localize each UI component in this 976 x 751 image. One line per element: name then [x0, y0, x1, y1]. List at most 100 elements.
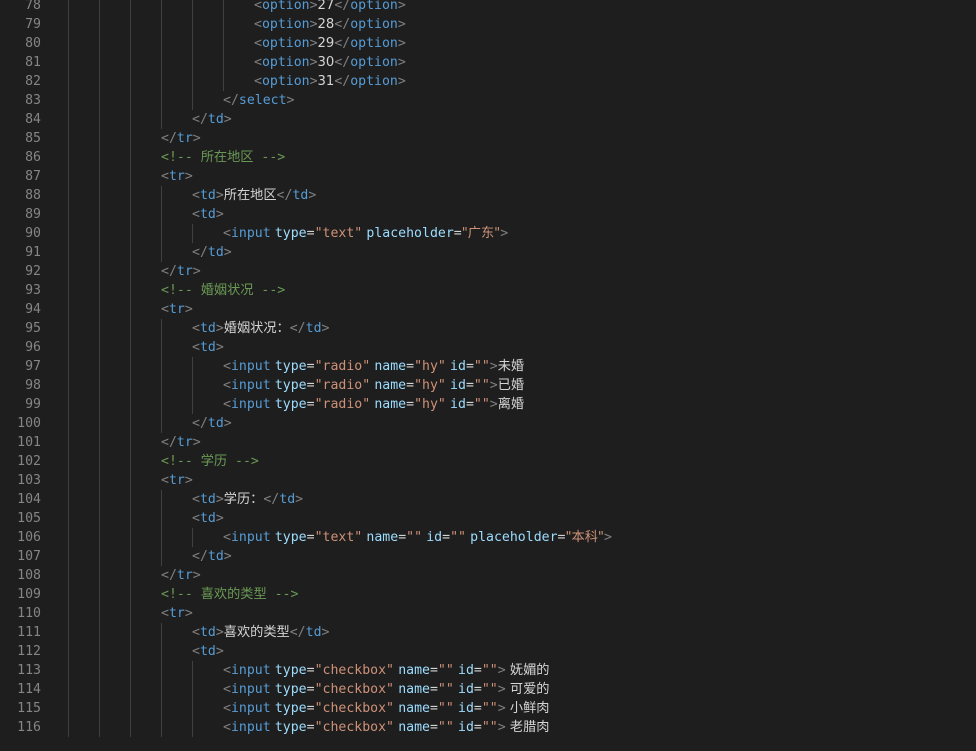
- code-line[interactable]: <!-- 所在地区 -->: [161, 148, 285, 167]
- code-line[interactable]: <option>28</option>: [254, 15, 406, 34]
- code-token: >: [497, 701, 506, 716]
- code-line[interactable]: <input type="checkbox" name="" id=""> 可爱…: [223, 680, 549, 699]
- code-line[interactable]: <input type="checkbox" name="" id=""> 小鲜…: [223, 699, 549, 718]
- code-line[interactable]: <input type="checkbox" name="" id=""> 老腊…: [223, 718, 549, 737]
- code-editor[interactable]: 78 79 80 81 82 83 84 85 86 87 88 89 90 91 92 93 94 95 96 97…: [0, 0, 976, 751]
- code-token: >: [497, 720, 506, 735]
- code-line[interactable]: <td>: [192, 509, 224, 528]
- code-line[interactable]: <tr>: [161, 604, 193, 623]
- code-token: >: [603, 530, 612, 545]
- code-line[interactable]: <option>30</option>: [254, 53, 406, 72]
- code-line[interactable]: </tr>: [161, 433, 201, 452]
- code-line[interactable]: </tr>: [161, 566, 201, 585]
- code-line[interactable]: </td>: [192, 547, 232, 566]
- code-line[interactable]: <input type="text" placeholder="广东">: [223, 224, 508, 243]
- code-token: "": [481, 663, 498, 678]
- code-token: tr: [176, 131, 193, 146]
- code-token: >: [321, 625, 330, 640]
- code-area[interactable]: <option>27</option> <option>28</option> <o…: [0, 0, 976, 751]
- code-line[interactable]: <option>31</option>: [254, 72, 406, 91]
- code-token: >: [184, 169, 193, 184]
- code-line[interactable]: <input type="checkbox" name="" id=""> 妩媚…: [223, 661, 549, 680]
- code-token: </: [334, 0, 351, 13]
- code-line[interactable]: <option>29</option>: [254, 34, 406, 53]
- code-line[interactable]: <!-- 学历 -->: [161, 452, 259, 471]
- code-line[interactable]: <input type="radio" name="hy" id="">未婚: [223, 357, 524, 376]
- code-line[interactable]: <tr>: [161, 300, 193, 319]
- code-token: >: [309, 17, 318, 32]
- code-token: >: [309, 55, 318, 70]
- code-token: name: [398, 682, 430, 697]
- code-line[interactable]: </td>: [192, 243, 232, 262]
- code-line[interactable]: <td>婚姻状况：</td>: [192, 319, 329, 338]
- code-line[interactable]: <td>: [192, 642, 224, 661]
- code-token: >: [497, 663, 506, 678]
- code-token: input: [230, 682, 271, 697]
- indent-guide: [192, 528, 193, 547]
- code-token: -->: [253, 150, 286, 165]
- code-token: "": [437, 701, 454, 716]
- code-token: >: [489, 378, 498, 393]
- code-line[interactable]: </tr>: [161, 129, 201, 148]
- code-token: -->: [266, 587, 299, 602]
- code-token: >: [397, 17, 406, 32]
- indent-guide: [161, 0, 162, 129]
- code-token: =: [429, 720, 438, 735]
- code-line[interactable]: <input type="radio" name="hy" id="">离婚: [223, 395, 524, 414]
- code-token: <: [192, 625, 200, 640]
- code-token: >: [215, 644, 224, 659]
- code-line[interactable]: <tr>: [161, 471, 193, 490]
- indent-guide: [99, 0, 100, 737]
- code-token: name: [398, 720, 430, 735]
- code-token: type: [274, 720, 307, 735]
- code-line[interactable]: <input type="radio" name="hy" id="">已婚: [223, 376, 524, 395]
- code-token: td: [207, 112, 224, 127]
- code-token: "radio": [314, 378, 371, 393]
- code-token: type: [274, 397, 307, 412]
- code-line[interactable]: <td>学历：</td>: [192, 490, 303, 509]
- code-token: =: [465, 397, 474, 412]
- code-token: "": [473, 359, 490, 374]
- indent-guide: [192, 0, 193, 110]
- code-line[interactable]: </select>: [223, 91, 294, 110]
- code-line[interactable]: </td>: [192, 414, 232, 433]
- code-token: id: [458, 720, 474, 735]
- code-token: "radio": [314, 359, 371, 374]
- code-token: =: [306, 530, 315, 545]
- code-line[interactable]: <!-- 婚姻状况 -->: [161, 281, 285, 300]
- code-token: td: [292, 188, 309, 203]
- code-line[interactable]: <!-- 喜欢的类型 -->: [161, 585, 298, 604]
- code-token: >: [215, 492, 224, 507]
- indent-guide: [68, 0, 69, 737]
- code-token: name: [398, 663, 430, 678]
- code-line[interactable]: <td>: [192, 205, 224, 224]
- code-token: "text": [314, 226, 363, 241]
- code-line[interactable]: <option>27</option>: [254, 0, 406, 15]
- code-line[interactable]: <tr>: [161, 167, 193, 186]
- code-token: <: [254, 17, 262, 32]
- code-token: "": [437, 720, 454, 735]
- code-token: input: [230, 378, 271, 393]
- code-line[interactable]: <input type="text" name="" id="" placeho…: [223, 528, 612, 547]
- code-token: input: [230, 359, 271, 374]
- code-token: </: [161, 264, 177, 279]
- code-token: "": [473, 378, 490, 393]
- code-token: >: [309, 0, 318, 13]
- code-line[interactable]: </td>: [192, 110, 232, 129]
- code-token: <: [223, 720, 231, 735]
- code-line[interactable]: <td>: [192, 338, 224, 357]
- code-token: td: [207, 549, 224, 564]
- code-token: select: [238, 93, 287, 108]
- code-line[interactable]: <td>喜欢的类型</td>: [192, 623, 329, 642]
- code-token: option: [350, 17, 398, 32]
- code-token: td: [199, 644, 216, 659]
- code-token: =: [306, 397, 315, 412]
- indent-guide: [192, 224, 193, 243]
- code-token: =: [406, 359, 415, 374]
- code-token: option: [350, 55, 398, 70]
- code-token: td: [199, 207, 216, 222]
- code-token: >: [184, 302, 193, 317]
- code-token: 妩媚的: [505, 663, 550, 678]
- code-line[interactable]: <td>所在地区</td>: [192, 186, 316, 205]
- code-line[interactable]: </tr>: [161, 262, 201, 281]
